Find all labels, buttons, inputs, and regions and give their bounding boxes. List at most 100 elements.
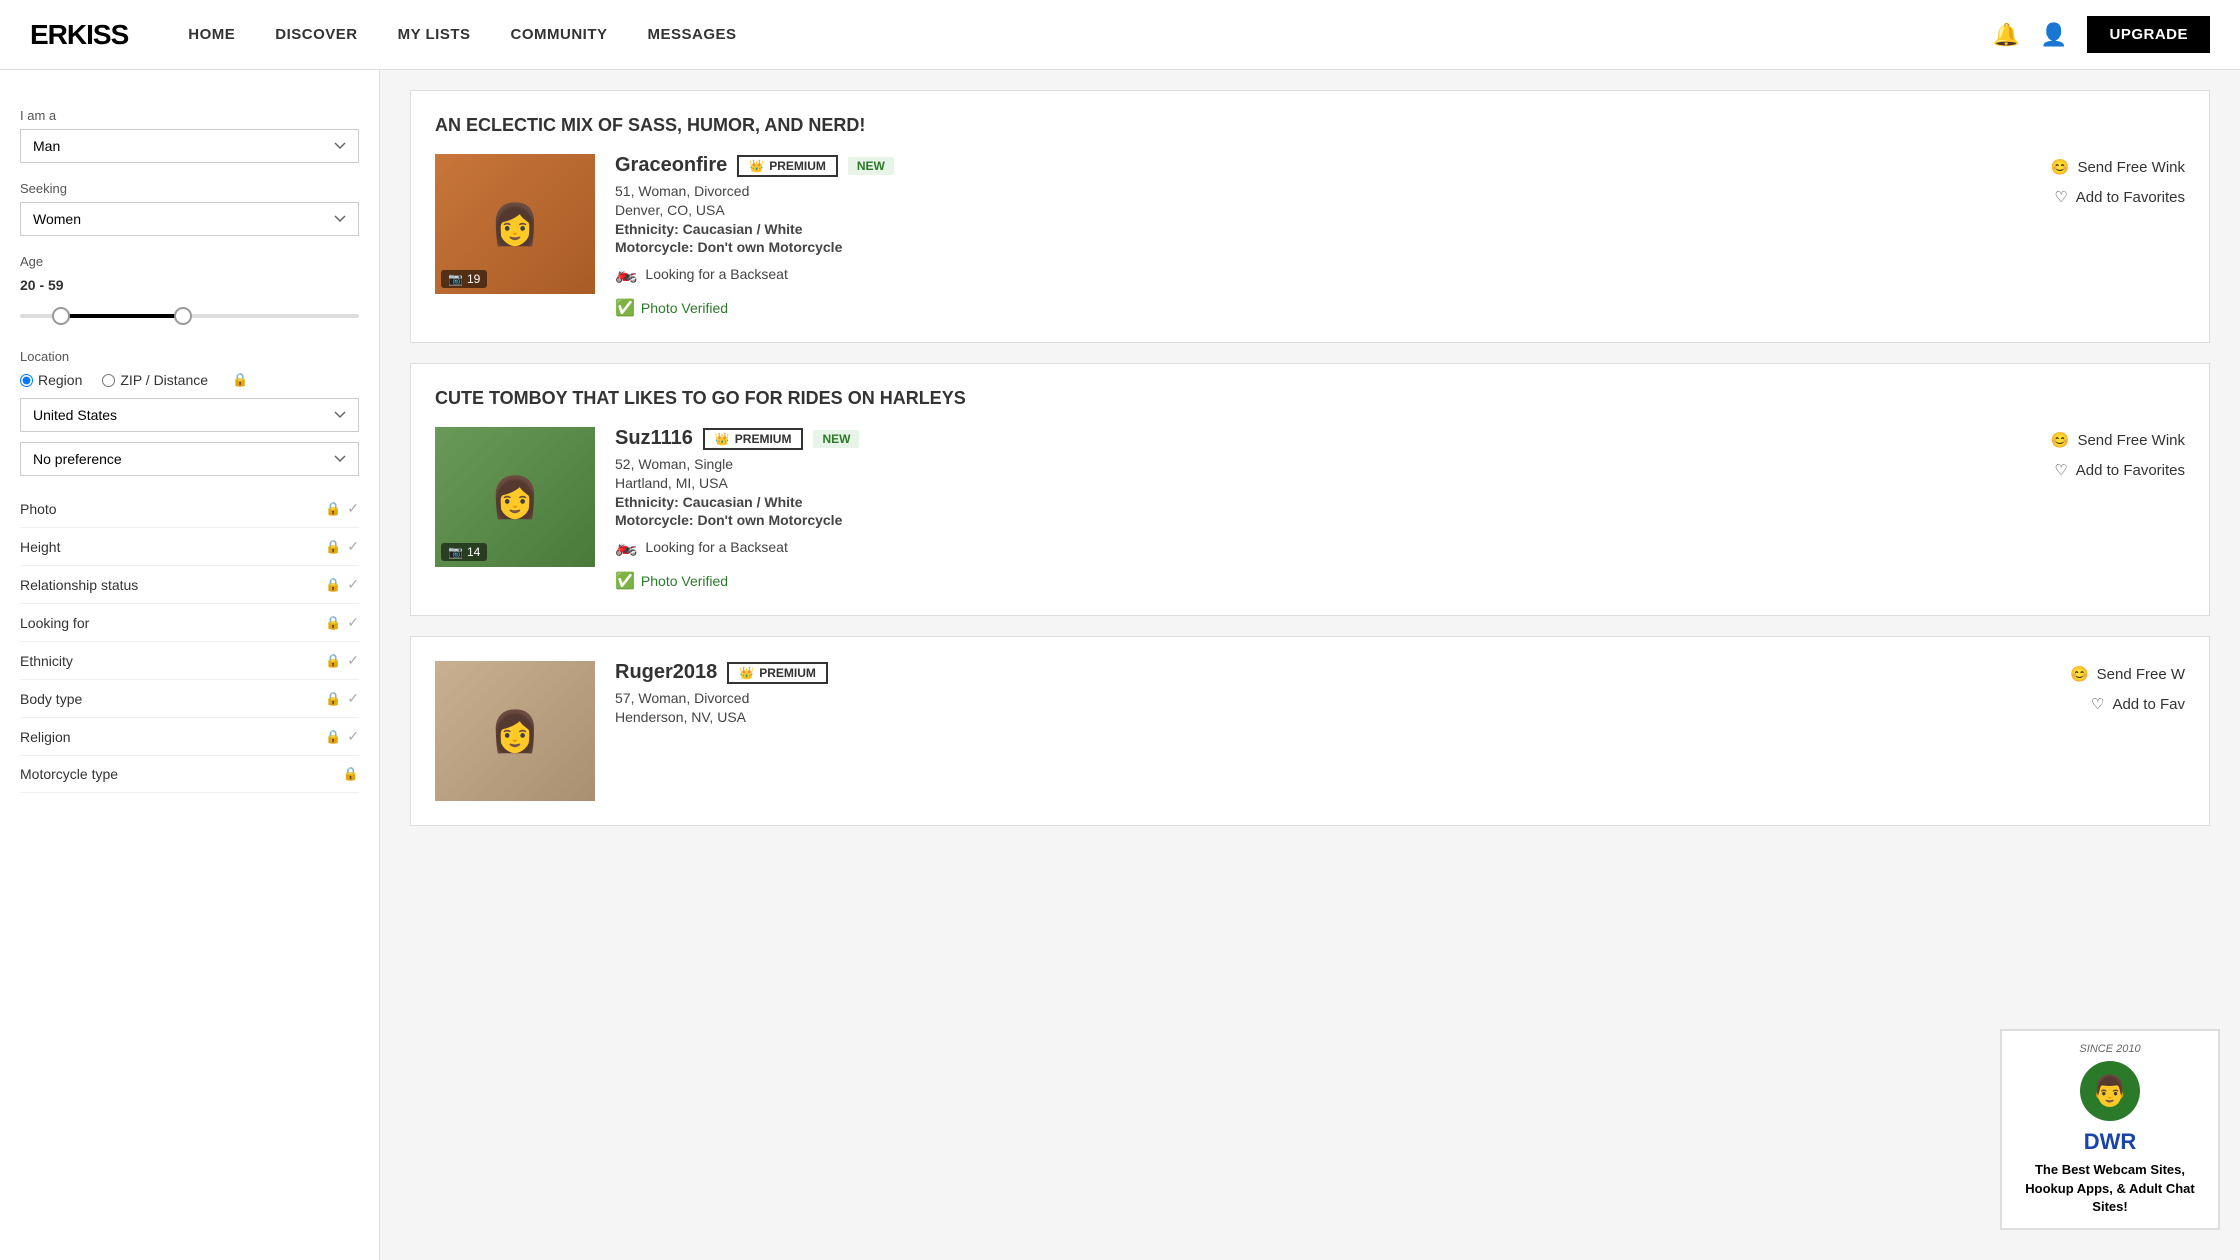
ethnicity-lock-icon: 🔒 xyxy=(325,653,341,669)
user-icon[interactable]: 👤 xyxy=(2040,22,2067,48)
crown-icon-3: 👑 xyxy=(739,666,754,680)
no-preference-select[interactable]: No preference xyxy=(20,442,359,476)
age-label: Age xyxy=(20,254,359,269)
body-check-icon: ✓ xyxy=(347,690,359,707)
card-1-looking-for: 🏍️ Looking for a Backseat xyxy=(615,263,2005,284)
card-3-name[interactable]: Ruger2018 xyxy=(615,661,717,684)
profile-card-2: CUTE TOMBOY THAT LIKES TO GO FOR RIDES O… xyxy=(410,363,2210,616)
slider-thumb-right[interactable] xyxy=(174,307,192,325)
location-label: Location xyxy=(20,349,359,364)
card-2-info: Suz1116 👑 PREMIUM NEW 52, Woman, Single … xyxy=(615,427,2005,591)
looking-lock-icon: 🔒 xyxy=(325,615,341,631)
nav-community[interactable]: COMMUNITY xyxy=(511,26,608,43)
card-1-send-wink-btn[interactable]: 😊 Send Free Wink xyxy=(2051,158,2185,176)
nav-home[interactable]: HOME xyxy=(188,26,235,43)
i-am-select[interactable]: Man xyxy=(20,129,359,163)
age-range-text: 20 - 59 xyxy=(20,277,359,293)
wink-icon-2: 😊 xyxy=(2051,431,2070,449)
zip-radio[interactable] xyxy=(102,374,115,387)
card-3-photo[interactable]: 👩 xyxy=(435,661,595,801)
photo-lock-icon: 🔒 xyxy=(325,501,341,517)
dwr-since-label: SINCE 2010 xyxy=(2014,1043,2206,1055)
card-1-verified: ✅ Photo Verified xyxy=(615,298,2005,318)
ethnicity-check-icon: ✓ xyxy=(347,652,359,669)
card-2-looking-for: 🏍️ Looking for a Backseat xyxy=(615,536,2005,557)
moto-icon-2: 🏍️ xyxy=(615,536,637,557)
card-1-actions: 😊 Send Free Wink ♡ Add to Favorites xyxy=(2025,154,2185,318)
slider-thumb-left[interactable] xyxy=(52,307,70,325)
age-slider[interactable] xyxy=(20,301,359,331)
rel-check-icon: ✓ xyxy=(347,576,359,593)
card-2-body: 👩 📷 14 Suz1116 👑 PREMIUM NEW xyxy=(435,427,2185,591)
filter-height: Height 🔒 ✓ xyxy=(20,528,359,566)
card-2-basic-details: 52, Woman, Single xyxy=(615,456,2005,472)
religion-lock-icon: 🔒 xyxy=(325,729,341,745)
filter-relationship-status: Relationship status 🔒 ✓ xyxy=(20,566,359,604)
card-2-send-wink-btn[interactable]: 😊 Send Free Wink xyxy=(2051,431,2185,449)
brand-logo: ERKISS xyxy=(30,19,128,51)
card-1-add-favorites-btn[interactable]: ♡ Add to Favorites xyxy=(2054,188,2185,206)
filter-height-label: Height xyxy=(20,539,60,555)
heart-icon-2: ♡ xyxy=(2054,461,2067,479)
region-radio[interactable] xyxy=(20,374,33,387)
nav-discover[interactable]: DISCOVER xyxy=(275,26,357,43)
card-1-title: AN ECLECTIC MIX OF SASS, HUMOR, AND NERD… xyxy=(435,115,2185,136)
wink-icon-1: 😊 xyxy=(2051,158,2070,176)
profile-card-1: AN ECLECTIC MIX OF SASS, HUMOR, AND NERD… xyxy=(410,90,2210,343)
card-3-premium-badge: 👑 PREMIUM xyxy=(727,662,828,684)
nav-my-lists[interactable]: MY LISTS xyxy=(398,26,471,43)
card-2-add-favorites-btn[interactable]: ♡ Add to Favorites xyxy=(2054,461,2185,479)
nav-messages[interactable]: MESSAGES xyxy=(648,26,737,43)
dwr-advertisement[interactable]: SINCE 2010 👨 DWR The Best Webcam Sites, … xyxy=(2000,1029,2220,1230)
location-lock-icon: 🔒 xyxy=(232,372,248,388)
card-1-new-badge: NEW xyxy=(848,157,894,175)
card-2-name[interactable]: Suz1116 xyxy=(615,427,693,450)
height-check-icon: ✓ xyxy=(347,538,359,555)
card-3-send-wink-btn[interactable]: 😊 Send Free W xyxy=(2070,665,2185,683)
crown-icon-2: 👑 xyxy=(715,432,730,446)
body-lock-icon: 🔒 xyxy=(325,691,341,707)
card-2-photo-count: 📷 14 xyxy=(441,543,487,561)
card-1-name[interactable]: Graceonfire xyxy=(615,154,727,177)
navbar: ERKISS HOME DISCOVER MY LISTS COMMUNITY … xyxy=(0,0,2240,70)
sidebar: I am a Man Seeking Women Age 20 - 59 Loc… xyxy=(0,70,380,1260)
crown-icon: 👑 xyxy=(749,159,764,173)
filter-religion: Religion 🔒 ✓ xyxy=(20,718,359,756)
filter-body-type: Body type 🔒 ✓ xyxy=(20,680,359,718)
card-1-body: 👩 📷 19 Graceonfire 👑 PREMIUM NEW xyxy=(435,154,2185,318)
card-3-actions: 😊 Send Free W ♡ Add to Fav xyxy=(2025,661,2185,801)
filter-ethnicity-label: Ethnicity xyxy=(20,653,73,669)
card-1-name-row: Graceonfire 👑 PREMIUM NEW xyxy=(615,154,2005,177)
dwr-avatar: 👨 xyxy=(2080,1061,2140,1121)
card-3-basic-details: 57, Woman, Divorced xyxy=(615,690,2005,706)
card-1-premium-badge: 👑 PREMIUM xyxy=(737,155,838,177)
card-3-info: Ruger2018 👑 PREMIUM 57, Woman, Divorced … xyxy=(615,661,2005,801)
country-select[interactable]: United States xyxy=(20,398,359,432)
filter-photo-label: Photo xyxy=(20,501,57,517)
card-2-ethnicity: Ethnicity: Caucasian / White xyxy=(615,494,2005,510)
location-radio-group: Region ZIP / Distance 🔒 xyxy=(20,372,359,388)
religion-check-icon: ✓ xyxy=(347,728,359,745)
photo-check-icon: ✓ xyxy=(347,500,359,517)
dwr-tagline: The Best Webcam Sites, Hookup Apps, & Ad… xyxy=(2014,1161,2206,1216)
seeking-select[interactable]: Women xyxy=(20,202,359,236)
wink-icon-3: 😊 xyxy=(2070,665,2089,683)
filter-religion-label: Religion xyxy=(20,729,71,745)
verified-check-icon-2: ✅ xyxy=(615,571,635,591)
upgrade-button[interactable]: UPGRADE xyxy=(2087,16,2210,53)
zip-radio-label[interactable]: ZIP / Distance xyxy=(102,372,208,388)
card-2-actions: 😊 Send Free Wink ♡ Add to Favorites xyxy=(2025,427,2185,591)
region-radio-label[interactable]: Region xyxy=(20,372,82,388)
verified-check-icon-1: ✅ xyxy=(615,298,635,318)
profile-card-3: 👩 Ruger2018 👑 PREMIUM 57, Woman, Divorce… xyxy=(410,636,2210,826)
card-1-ethnicity: Ethnicity: Caucasian / White xyxy=(615,221,2005,237)
filter-looking-for: Looking for 🔒 ✓ xyxy=(20,604,359,642)
card-3-name-row: Ruger2018 👑 PREMIUM xyxy=(615,661,2005,684)
card-2-photo[interactable]: 👩 📷 14 xyxy=(435,427,595,567)
card-3-add-favorites-btn[interactable]: ♡ Add to Fav xyxy=(2091,695,2185,713)
notification-icon[interactable]: 🔔 xyxy=(1993,22,2020,48)
card-1-info: Graceonfire 👑 PREMIUM NEW 51, Woman, Div… xyxy=(615,154,2005,318)
card-1-photo[interactable]: 👩 📷 19 xyxy=(435,154,595,294)
height-lock-icon: 🔒 xyxy=(325,539,341,555)
slider-fill xyxy=(61,314,183,318)
